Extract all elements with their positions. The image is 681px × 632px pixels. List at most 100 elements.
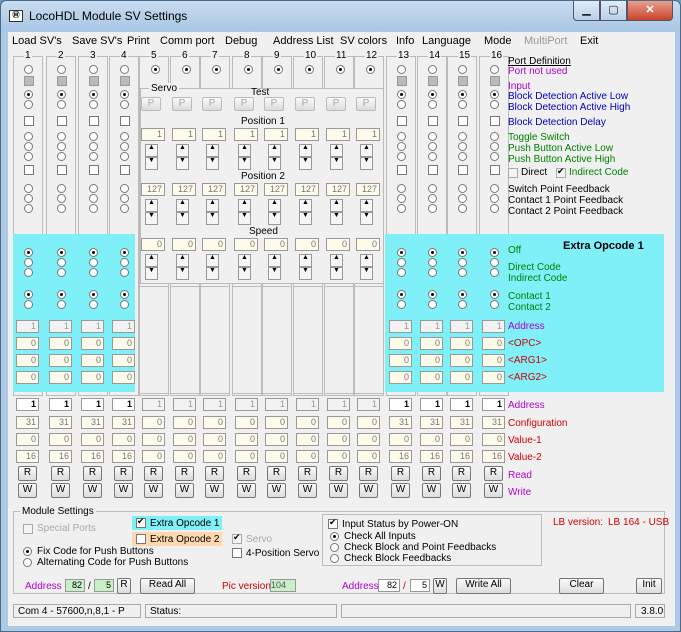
extra-contact2-radio[interactable] [490,300,499,309]
extra-address-field[interactable]: 1 [389,320,412,333]
pos2-up-button[interactable]: ▲ [360,199,373,212]
pos2-up-button[interactable]: ▲ [299,199,312,212]
contact1-feedback-radio[interactable] [24,194,33,203]
port-not-used-radio[interactable] [120,65,129,74]
direct-checkbox[interactable] [120,165,130,175]
extra-arg1-field[interactable]: 0 [482,354,505,367]
value1-field[interactable]: 0 [142,433,165,446]
write-button[interactable]: W [298,483,317,498]
servo-test-button[interactable]: P [326,97,346,111]
servo-test-button[interactable]: P [295,97,315,111]
extra-direct-radio[interactable] [120,258,129,267]
menu-item[interactable]: Comm port [160,35,214,47]
read-button[interactable]: R [18,466,37,481]
direct-checkbox[interactable] [490,165,500,175]
pos2-up-button[interactable]: ▲ [268,199,281,212]
configuration-field[interactable]: 0 [327,416,350,429]
menu-item[interactable]: SV colors [340,35,387,47]
pos1-up-button[interactable]: ▲ [238,144,251,157]
read-button[interactable]: R [484,466,503,481]
extra-address-field[interactable]: 1 [16,320,39,333]
speed-up-button[interactable]: ▲ [268,254,281,267]
write-button[interactable]: W [175,483,194,498]
extra-opc-field[interactable]: 0 [420,337,443,350]
extra-indirect-radio[interactable] [24,268,33,277]
switch-feedback-radio[interactable] [428,184,437,193]
pos1-down-button[interactable]: ▼ [268,157,281,170]
value1-field[interactable]: 0 [357,433,380,446]
contact2-feedback-radio[interactable] [490,204,499,213]
address-field[interactable]: 1 [265,398,288,411]
push-high-radio[interactable] [89,152,98,161]
value2-field[interactable]: 16 [112,450,135,463]
extra-arg2-field[interactable]: 0 [49,371,72,384]
read-button[interactable]: R [267,466,286,481]
extra-arg2-field[interactable]: 0 [389,371,412,384]
position2-field[interactable]: 127 [202,183,226,196]
write-button[interactable]: W [359,483,378,498]
read-button[interactable]: R [359,466,378,481]
write-button[interactable]: W [452,483,471,498]
extra-contact2-radio[interactable] [458,300,467,309]
toggle-switch-radio[interactable] [490,132,499,141]
init-button[interactable]: Init [636,578,662,594]
position2-field[interactable]: 127 [234,183,258,196]
close-button[interactable]: ✕ [627,1,673,21]
speed-down-button[interactable]: ▼ [238,267,251,280]
port-not-used-radio[interactable] [89,65,98,74]
write-button[interactable]: W [205,483,224,498]
pos1-down-button[interactable]: ▼ [206,157,219,170]
push-low-radio[interactable] [428,142,437,151]
configuration-field[interactable]: 31 [81,416,104,429]
maximize-button[interactable]: ▢ [600,1,627,21]
title-bar[interactable]: Ⓜ LocoHDL Module SV Settings ▁ ▢ ✕ [1,1,680,31]
extra-indirect-radio[interactable] [428,268,437,277]
value2-field[interactable]: 16 [81,450,104,463]
speed-field[interactable]: 0 [326,238,350,251]
push-high-radio[interactable] [397,152,406,161]
toggle-switch-radio[interactable] [458,132,467,141]
switch-feedback-radio[interactable] [458,184,467,193]
direct-checkbox[interactable] [428,165,438,175]
direct-checkbox[interactable] [397,165,407,175]
servo-mode-radio[interactable] [305,65,314,74]
switch-feedback-radio[interactable] [120,184,129,193]
pos2-down-button[interactable]: ▼ [145,212,158,225]
block-detection-low-radio[interactable] [57,90,66,99]
value2-field[interactable]: 0 [203,450,226,463]
position1-field[interactable]: 1 [295,128,319,141]
contact2-feedback-radio[interactable] [57,204,66,213]
extra-opc-field[interactable]: 0 [49,337,72,350]
toggle-switch-radio[interactable] [397,132,406,141]
extra-address-field[interactable]: 1 [49,320,72,333]
pos2-up-button[interactable]: ▲ [330,199,343,212]
value1-field[interactable]: 0 [49,433,72,446]
address-field[interactable]: 1 [450,398,473,411]
contact2-feedback-radio[interactable] [458,204,467,213]
extra-arg1-field[interactable]: 0 [112,354,135,367]
block-delay-checkbox[interactable] [458,116,468,126]
configuration-field[interactable]: 31 [16,416,39,429]
contact2-feedback-radio[interactable] [24,204,33,213]
value2-field[interactable]: 0 [142,450,165,463]
extra-arg1-field[interactable]: 0 [450,354,473,367]
block-detection-low-radio[interactable] [490,90,499,99]
extra-direct-radio[interactable] [458,258,467,267]
contact1-feedback-radio[interactable] [89,194,98,203]
block-delay-checkbox[interactable] [490,116,500,126]
servo-mode-radio[interactable] [182,65,191,74]
block-detection-low-radio[interactable] [24,90,33,99]
configuration-field[interactable]: 31 [49,416,72,429]
read-button[interactable]: R [298,466,317,481]
write-all-button[interactable]: Write All [456,578,511,594]
value1-field[interactable]: 0 [296,433,319,446]
push-low-radio[interactable] [490,142,499,151]
block-detection-high-radio[interactable] [397,100,406,109]
value2-field[interactable]: 16 [420,450,443,463]
port-not-used-radio[interactable] [397,65,406,74]
read-button[interactable]: R [391,466,410,481]
pos1-down-button[interactable]: ▼ [145,157,158,170]
servo-test-button[interactable]: P [356,97,376,111]
check-block-point-radio[interactable] [330,543,339,552]
write-w-button[interactable]: W [433,578,447,594]
